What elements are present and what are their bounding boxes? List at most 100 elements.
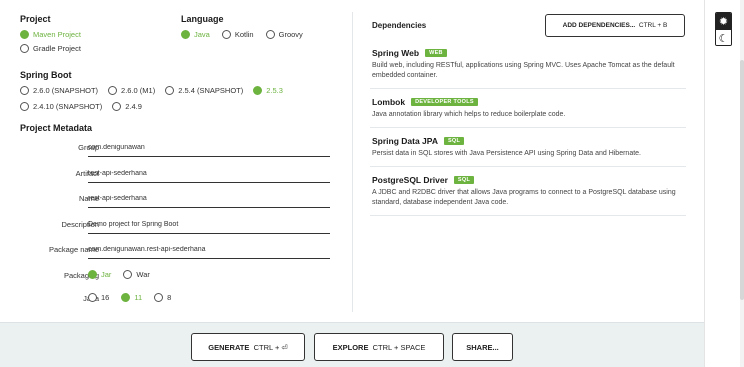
radio-dot-icon bbox=[20, 29, 29, 39]
dependency-name-row: Spring Web WEB bbox=[372, 48, 684, 58]
theme-toggle[interactable]: ✹ ☾ bbox=[715, 12, 732, 46]
description-input[interactable] bbox=[88, 215, 330, 234]
dependency-badge: SQL bbox=[453, 176, 475, 184]
radio-label: Java bbox=[194, 29, 210, 39]
description-field-row: Description bbox=[20, 214, 350, 240]
radio-label: 2.4.10 (SNAPSHOT) bbox=[33, 101, 103, 111]
radio-label: Gradle Project bbox=[33, 43, 81, 53]
dependency-name-row: PostgreSQL Driver SQL bbox=[372, 175, 684, 185]
radio-dot-icon bbox=[181, 29, 190, 39]
java-version-row: Java 16 11 8 bbox=[20, 288, 350, 311]
dependency-item[interactable]: Lombok DEVELOPER TOOLS Java annotation l… bbox=[370, 89, 686, 128]
radio-java[interactable]: Java bbox=[181, 27, 210, 41]
language-title: Language bbox=[181, 14, 224, 24]
add-dependencies-shortcut: CTRL + B bbox=[638, 22, 668, 29]
radio-boot-2-4-10-snapshot[interactable]: 2.4.10 (SNAPSHOT) bbox=[20, 98, 102, 114]
radio-label: Jar bbox=[101, 270, 112, 279]
dependencies-column: Dependencies ADD DEPENDENCIES... CTRL + … bbox=[370, 14, 686, 216]
scrollbar-thumb[interactable] bbox=[740, 60, 744, 300]
radio-label: Maven Project bbox=[33, 29, 81, 39]
explore-shortcut: CTRL + SPACE bbox=[372, 342, 426, 352]
radio-dot-icon bbox=[165, 85, 175, 95]
dependencies-title: Dependencies bbox=[372, 21, 427, 30]
language-section: Language Java Kotlin Groovy bbox=[181, 14, 315, 41]
radio-java-8[interactable]: 8 bbox=[154, 291, 171, 305]
radio-dot-icon bbox=[88, 270, 97, 279]
radio-boot-2-6-0-m1[interactable]: 2.6.0 (M1) bbox=[108, 82, 155, 98]
radio-label: Kotlin bbox=[234, 29, 254, 39]
footer-bar: GENERATE CTRL + ⏎ EXPLORE CTRL + SPACE S… bbox=[0, 322, 704, 367]
group-input[interactable] bbox=[88, 139, 330, 157]
radio-label: 11 bbox=[134, 293, 143, 302]
explore-label: EXPLORE bbox=[332, 342, 369, 352]
radio-label: 2.6.0 (SNAPSHOT) bbox=[33, 85, 99, 95]
share-button[interactable]: SHARE... bbox=[452, 333, 513, 361]
dependency-description: A JDBC and R2DBC driver that allows Java… bbox=[372, 189, 676, 206]
moon-icon[interactable]: ☾ bbox=[716, 30, 731, 45]
radio-boot-2-6-0-snapshot[interactable]: 2.6.0 (SNAPSHOT) bbox=[20, 82, 98, 98]
dependency-badge: DEVELOPER TOOLS bbox=[411, 98, 478, 106]
package-name-field-row: Package name bbox=[20, 239, 350, 265]
radio-groovy[interactable]: Groovy bbox=[265, 27, 303, 41]
sun-icon[interactable]: ✹ bbox=[716, 13, 731, 30]
packaging-row: Packaging Jar War bbox=[20, 265, 350, 288]
radio-maven-project[interactable]: Maven Project bbox=[20, 27, 81, 41]
radio-java-11[interactable]: 11 bbox=[121, 291, 142, 305]
name-field-row: Name bbox=[20, 188, 350, 214]
add-dependencies-label: ADD DEPENDENCIES... bbox=[562, 22, 636, 29]
dependency-description: Persist data in SQL stores with Java Per… bbox=[372, 150, 641, 157]
dependency-description: Build web, including RESTful, applicatio… bbox=[372, 62, 675, 79]
radio-label: Groovy bbox=[278, 29, 303, 39]
radio-label: 16 bbox=[101, 293, 110, 302]
main-panel: Project Maven Project Gradle Project Lan… bbox=[0, 0, 704, 367]
package-name-input[interactable] bbox=[88, 241, 330, 259]
project-metadata-section: Project Metadata Group Artifact Name Des… bbox=[20, 123, 350, 311]
radio-label: 2.4.9 bbox=[125, 101, 142, 111]
radio-java-16[interactable]: 16 bbox=[88, 291, 109, 305]
radio-kotlin[interactable]: Kotlin bbox=[221, 27, 254, 41]
project-language-row: Project Maven Project Gradle Project Lan… bbox=[20, 14, 350, 60]
radio-dot-icon bbox=[88, 293, 97, 302]
radio-dot-icon bbox=[265, 29, 275, 39]
dependency-badge: SQL bbox=[443, 137, 465, 145]
scrollbar[interactable] bbox=[740, 0, 744, 367]
add-dependencies-button[interactable]: ADD DEPENDENCIES... CTRL + B bbox=[545, 14, 685, 37]
dependency-item[interactable]: Spring Web WEB Build web, including REST… bbox=[370, 40, 686, 89]
project-section: Project Maven Project Gradle Project bbox=[20, 14, 93, 55]
dependencies-header: Dependencies ADD DEPENDENCIES... CTRL + … bbox=[370, 14, 686, 40]
radio-dot-icon bbox=[253, 85, 263, 95]
dependency-name: Lombok bbox=[372, 97, 406, 107]
radio-war[interactable]: War bbox=[123, 268, 150, 282]
dependency-name: Spring Web bbox=[372, 48, 420, 58]
generate-label: GENERATE bbox=[208, 342, 250, 352]
radio-dot-icon bbox=[20, 43, 29, 53]
generate-shortcut: CTRL + ⏎ bbox=[253, 342, 288, 352]
radio-jar[interactable]: Jar bbox=[88, 268, 111, 282]
artifact-input[interactable] bbox=[88, 164, 330, 183]
radio-dot-icon bbox=[20, 101, 29, 111]
radio-boot-2-5-4-snapshot[interactable]: 2.5.4 (SNAPSHOT) bbox=[165, 82, 243, 98]
radio-label: 2.5.3 bbox=[266, 85, 283, 95]
radio-label: War bbox=[136, 270, 150, 279]
dependency-item[interactable]: PostgreSQL Driver SQL A JDBC and R2DBC d… bbox=[370, 167, 686, 216]
radio-dot-icon bbox=[221, 29, 231, 39]
dependency-item[interactable]: Spring Data JPA SQL Persist data in SQL … bbox=[370, 128, 686, 167]
project-metadata-title: Project Metadata bbox=[20, 123, 93, 133]
radio-label: 8 bbox=[167, 293, 172, 302]
radio-dot-icon bbox=[20, 85, 29, 95]
explore-button[interactable]: EXPLORE CTRL + SPACE bbox=[314, 333, 444, 361]
radio-gradle-project[interactable]: Gradle Project bbox=[20, 41, 81, 55]
left-column: Project Maven Project Gradle Project Lan… bbox=[20, 14, 350, 311]
artifact-field-row: Artifact bbox=[20, 163, 350, 189]
dependency-name: Spring Data JPA bbox=[372, 136, 438, 146]
radio-boot-2-5-3[interactable]: 2.5.3 bbox=[253, 82, 283, 98]
name-input[interactable] bbox=[88, 190, 330, 208]
radio-boot-2-4-9[interactable]: 2.4.9 bbox=[112, 98, 142, 114]
radio-dot-icon bbox=[121, 293, 131, 302]
generate-button[interactable]: GENERATE CTRL + ⏎ bbox=[191, 333, 305, 361]
radio-dot-icon bbox=[112, 101, 122, 111]
spring-boot-title: Spring Boot bbox=[20, 70, 72, 80]
right-sidebar: ✹ ☾ bbox=[704, 0, 744, 367]
column-divider bbox=[352, 12, 353, 312]
radio-label: 2.5.4 (SNAPSHOT) bbox=[178, 85, 244, 95]
